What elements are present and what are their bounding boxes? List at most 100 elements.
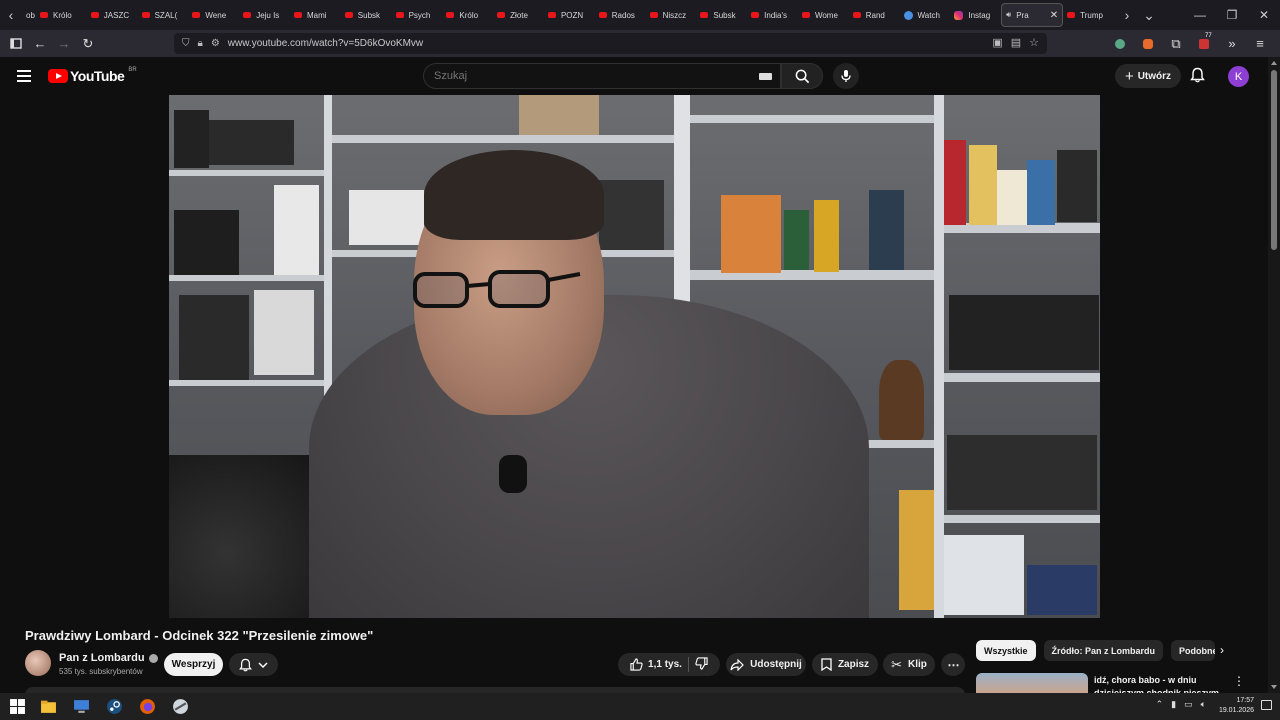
browser-tab[interactable]: Złote bbox=[493, 0, 544, 30]
browser-tab[interactable]: POZN bbox=[544, 0, 595, 30]
bookmark-star-icon[interactable]: ☆ bbox=[1029, 36, 1039, 49]
account-avatar[interactable]: K bbox=[1228, 66, 1249, 87]
chip-related[interactable]: Podobne bbox=[1171, 640, 1216, 661]
page-scrollbar[interactable] bbox=[1268, 57, 1280, 693]
dislike-button[interactable] bbox=[695, 656, 708, 673]
browser-tab[interactable]: Wome bbox=[798, 0, 849, 30]
browser-tab[interactable]: ob bbox=[22, 0, 36, 30]
browser-tab[interactable]: Wene bbox=[188, 0, 239, 30]
channel-avatar[interactable] bbox=[25, 650, 51, 676]
save-button[interactable]: Zapisz bbox=[812, 653, 878, 676]
permissions-icon[interactable]: ⚙ bbox=[211, 38, 220, 49]
like-button[interactable]: 1,1 tys. bbox=[630, 658, 682, 671]
reader-view-icon[interactable]: ▤ bbox=[1011, 36, 1021, 49]
extensions-puzzle-icon[interactable]: ⧉ bbox=[1164, 30, 1188, 57]
menu-icon[interactable] bbox=[17, 70, 31, 82]
channel-name-text[interactable]: Pan z Lombardu bbox=[59, 652, 145, 664]
scroll-up-icon[interactable] bbox=[1271, 61, 1277, 65]
volume-icon[interactable]: 🔈︎ bbox=[1201, 699, 1206, 710]
browser-tab[interactable]: Psych bbox=[392, 0, 443, 30]
scrollbar-thumb[interactable] bbox=[1271, 70, 1277, 250]
browser-tab[interactable]: Rados bbox=[595, 0, 646, 30]
taskbar-clock[interactable]: 17:57 19.01.2026 bbox=[1219, 696, 1254, 716]
recommended-video-title[interactable]: idź, chora babo - w dniu dzisiejszym cho… bbox=[1094, 674, 1224, 693]
app-menu-icon[interactable]: ≡ bbox=[1248, 30, 1272, 57]
browser-tab[interactable]: Rand bbox=[849, 0, 900, 30]
minimize-icon[interactable]: — bbox=[1184, 0, 1216, 30]
search-button[interactable] bbox=[781, 63, 823, 89]
fox-extension-icon[interactable] bbox=[1136, 30, 1160, 57]
vpn-extension-icon[interactable] bbox=[1108, 30, 1132, 57]
shelf bbox=[934, 95, 944, 618]
support-button[interactable]: Wesprzyj bbox=[164, 653, 223, 676]
addon-badge-icon[interactable]: 77 bbox=[1192, 30, 1216, 57]
search-input[interactable] bbox=[434, 70, 734, 82]
tray-microphone-icon[interactable]: ▮ bbox=[1171, 699, 1176, 710]
video-player[interactable] bbox=[169, 95, 1100, 618]
sidebar-toggle-icon[interactable] bbox=[4, 30, 28, 57]
overflow-chevron-icon[interactable]: » bbox=[1220, 30, 1244, 57]
firefox-icon[interactable] bbox=[139, 698, 156, 715]
browser-tab[interactable]: Subsk bbox=[696, 0, 747, 30]
monitor-app-icon[interactable] bbox=[73, 698, 90, 715]
browser-tab[interactable]: Mami bbox=[290, 0, 341, 30]
browser-tab[interactable]: Instag bbox=[950, 0, 1001, 30]
tray-chevron-up-icon[interactable]: ⌃ bbox=[1156, 699, 1164, 710]
channel-name[interactable]: Pan z Lombardu bbox=[59, 652, 158, 664]
scroll-down-icon[interactable] bbox=[1271, 685, 1277, 689]
address-bar[interactable]: ⛉ 🔒︎ ⚙ www.youtube.com/watch?v=5D6kOvoKM… bbox=[174, 33, 1047, 54]
browser-tab[interactable]: Królo bbox=[442, 0, 493, 30]
subscription-notifications-button[interactable] bbox=[229, 653, 278, 676]
more-vertical-icon[interactable]: ⋮ bbox=[1233, 674, 1245, 688]
active-browser-tab[interactable]: 🔊︎ Pra ✕ bbox=[1001, 3, 1064, 27]
browser-tab[interactable]: Jeju Is bbox=[239, 0, 290, 30]
tab-label: India's bbox=[764, 10, 788, 20]
picture-in-picture-icon[interactable]: ▣ bbox=[992, 36, 1002, 49]
browser-tab[interactable]: India's bbox=[747, 0, 798, 30]
youtube-logo[interactable]: YouTube BR bbox=[48, 67, 137, 84]
search-box bbox=[423, 63, 781, 89]
notification-center-icon[interactable] bbox=[1261, 700, 1272, 710]
clip-button[interactable]: ✂ Klip bbox=[883, 653, 935, 676]
tab-list-dropdown-icon[interactable]: ⌄ bbox=[1138, 0, 1160, 30]
youtube-favicon-icon bbox=[446, 12, 455, 18]
create-button[interactable]: + Utwórz bbox=[1115, 64, 1181, 88]
steam-icon[interactable] bbox=[106, 698, 123, 715]
tab-label: Pra bbox=[1016, 10, 1029, 20]
white-box bbox=[997, 170, 1027, 225]
browser-tab[interactable]: Subsk bbox=[341, 0, 392, 30]
tabs-scroll-right-icon[interactable]: › bbox=[1116, 0, 1138, 30]
browser-tab[interactable]: Trump bbox=[1063, 0, 1114, 30]
recommended-video-thumbnail[interactable] bbox=[976, 673, 1088, 693]
verified-icon bbox=[148, 653, 158, 663]
close-tab-icon[interactable]: ✕ bbox=[1050, 10, 1058, 21]
windows-start-icon[interactable] bbox=[9, 698, 26, 715]
chip-from-channel[interactable]: Źródło: Pan z Lombardu bbox=[1043, 640, 1164, 661]
close-window-icon[interactable]: ✕ bbox=[1248, 0, 1280, 30]
shield-icon[interactable]: ⛉ bbox=[182, 38, 190, 49]
lock-icon[interactable]: 🔒︎ bbox=[198, 38, 203, 49]
youtube-favicon-icon bbox=[649, 12, 658, 18]
forward-icon[interactable]: → bbox=[52, 30, 76, 57]
tabs-scroll-left-icon[interactable]: ‹ bbox=[0, 0, 22, 30]
voice-search-button[interactable] bbox=[833, 63, 859, 89]
file-explorer-icon[interactable] bbox=[40, 698, 57, 715]
browser-tab[interactable]: Niszcz bbox=[646, 0, 697, 30]
chip-all[interactable]: Wszystkie bbox=[976, 640, 1036, 661]
url-text[interactable]: www.youtube.com/watch?v=5D6kOvoKMvw bbox=[228, 38, 423, 49]
reload-icon[interactable]: ↻ bbox=[76, 30, 100, 57]
network-icon[interactable]: ▭ bbox=[1184, 699, 1193, 710]
more-actions-button[interactable]: ⋯ bbox=[941, 653, 965, 676]
browser-tab[interactable]: JASZC bbox=[87, 0, 138, 30]
keyboard-icon[interactable] bbox=[759, 73, 772, 80]
chevron-right-icon[interactable]: › bbox=[1220, 643, 1236, 659]
browser-tab[interactable]: Królo bbox=[36, 0, 87, 30]
app-icon[interactable] bbox=[172, 698, 189, 715]
notifications-button[interactable] bbox=[1190, 67, 1205, 88]
share-button[interactable]: Udostępnij bbox=[726, 653, 806, 676]
restore-icon[interactable]: ❐ bbox=[1216, 0, 1248, 30]
youtube-favicon-icon bbox=[344, 12, 353, 18]
back-icon[interactable]: ← bbox=[28, 30, 52, 57]
browser-tab[interactable]: SZAL( bbox=[138, 0, 189, 30]
browser-tab[interactable]: Watch bbox=[900, 0, 951, 30]
